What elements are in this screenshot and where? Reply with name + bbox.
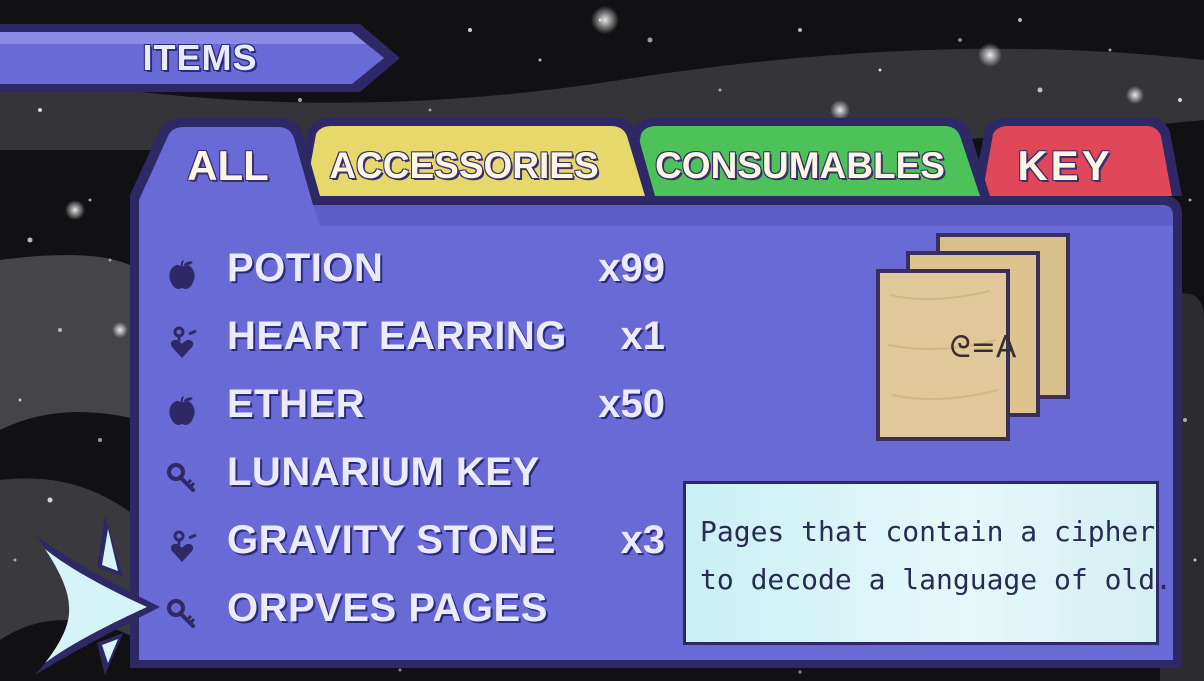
list-item-heart-earring[interactable]: HEART EARRING x1	[165, 308, 695, 376]
item-name: HEART EARRING	[227, 314, 567, 358]
description-line-2: to decode a language of old.	[700, 563, 1173, 596]
tab-accessories[interactable]: ACCESSORIES	[310, 131, 618, 201]
tab-consumables[interactable]: CONSUMABLES	[640, 131, 960, 201]
item-quantity: x50	[598, 382, 665, 426]
item-name: ETHER	[227, 382, 366, 426]
item-name: POTION	[227, 246, 384, 290]
item-quantity: x3	[620, 518, 666, 562]
apple-icon	[169, 260, 195, 289]
description-line-1: Pages that contain a cipher	[700, 515, 1156, 548]
list-item-ether[interactable]: ETHER x50	[165, 376, 695, 444]
key-icon	[167, 463, 196, 492]
item-list: POTION x99 HEART EARRING x1 ETHER x50 LU…	[165, 240, 695, 648]
list-item-orpves-pages[interactable]: ORPVES PAGES	[165, 580, 695, 648]
list-item-gravity-stone[interactable]: GRAVITY STONE x3	[165, 512, 695, 580]
item-name: ORPVES PAGES	[227, 586, 548, 630]
list-item-potion[interactable]: POTION x99	[165, 240, 695, 308]
inventory-screen: ITEMS ALL ACCESSORIES CONSUMABLES KEY PO…	[0, 0, 1204, 681]
item-name: LUNARIUM KEY	[227, 450, 540, 494]
item-quantity: x1	[620, 314, 666, 358]
apple-icon	[169, 396, 195, 425]
tab-all[interactable]: ALL	[168, 131, 288, 201]
earring-icon	[170, 326, 197, 358]
list-item-lunarium-key[interactable]: LUNARIUM KEY	[165, 444, 695, 512]
item-quantity: x99	[598, 246, 665, 290]
tab-key[interactable]: KEY	[995, 131, 1135, 201]
item-description: Pages that contain a cipher to decode a …	[683, 481, 1173, 645]
item-name: GRAVITY STONE	[227, 518, 556, 562]
cipher-glyph: ᘓ=A	[949, 330, 1017, 365]
pointer-arrow-icon	[35, 515, 160, 675]
